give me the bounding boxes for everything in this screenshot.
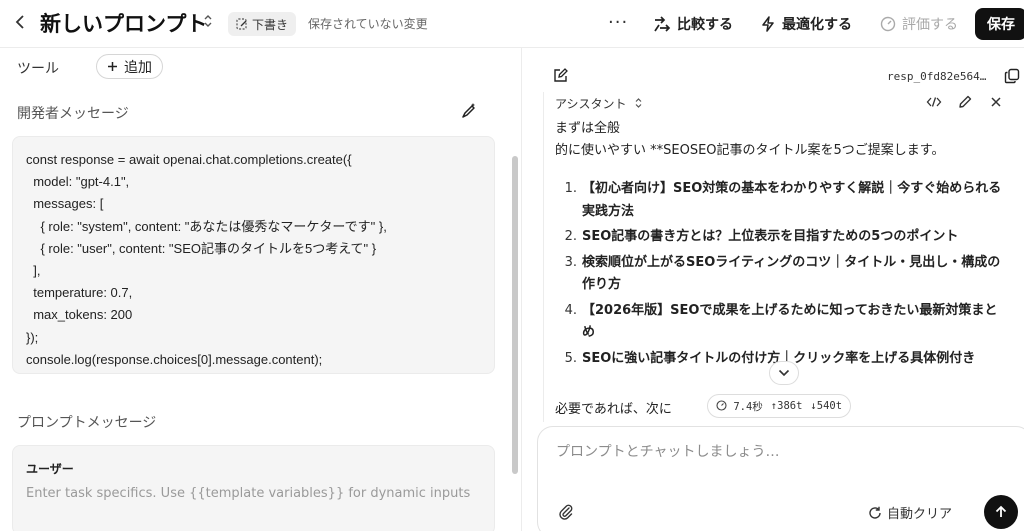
refresh-icon	[869, 506, 881, 519]
chevron-updown-icon	[204, 15, 212, 27]
message-tail-text: 必要であれば、次に	[555, 402, 672, 417]
gauge-icon	[716, 399, 727, 411]
pencil-icon	[959, 95, 972, 108]
more-options-button[interactable]: ···	[608, 12, 628, 33]
close-icon	[991, 97, 1001, 107]
chevron-updown-icon	[635, 98, 642, 108]
list-item-text: 【2026年版】SEOで成果を上げるために知っておきたい最新対策まとめ	[582, 302, 998, 341]
chat-pane: resp_0fd82e564… アシスタント まずは全般 的に使いやすい **S…	[523, 48, 1024, 531]
send-button[interactable]	[984, 495, 1018, 529]
magic-edit-button[interactable]	[460, 102, 480, 122]
list-item: 3. 検索順位が上がるSEOライティングのコツ｜タイトル・見出し・構成の作り方	[555, 252, 1005, 297]
code-line: max_tokens: 200	[26, 307, 133, 323]
message-intro-line: まずは全般	[555, 121, 621, 136]
chat-input-placeholder: プロンプトとチャットしましょう…	[556, 444, 780, 460]
list-item-number: 4.	[564, 302, 577, 318]
assistant-message: まずは全般 的に使いやすい **SEOSEO記事のタイトル案を5つご提案します。	[555, 118, 1005, 162]
input-tokens-value: 386t	[777, 400, 803, 412]
add-tool-label: 追加	[124, 59, 152, 76]
list-item-text: SEO記事の書き方とは？上位表示を目指すための5つのポイント	[582, 229, 959, 244]
list-item: 1. 【初心者向け】SEO対策の基本をわかりやすく解説｜今すぐ始められる実践方法	[555, 178, 1005, 223]
copy-button[interactable]	[1004, 68, 1020, 84]
tools-label: ツール	[17, 61, 59, 77]
prompt-message-label: プロンプトメッセージ	[17, 415, 157, 431]
code-line: messages: [	[26, 196, 104, 212]
plus-icon	[108, 62, 117, 71]
edit-message-button[interactable]	[956, 93, 974, 111]
header-bar: 新しいプロンプト 下書き 保存されていない変更 ··· 比較する 最適化する 評…	[0, 0, 1024, 48]
user-message-placeholder: Enter task specifics. Use {{template var…	[26, 486, 471, 501]
optimize-button[interactable]: 最適化する	[760, 12, 852, 36]
list-item-text: 【初心者向け】SEO対策の基本をわかりやすく解説｜今すぐ始められる実践方法	[582, 181, 1002, 219]
list-item-number: 5.	[564, 350, 577, 366]
code-line: console.log(response.choices[0].message.…	[26, 351, 323, 367]
code-icon	[926, 97, 942, 107]
new-chat-button[interactable]	[553, 68, 569, 84]
compare-label: 比較する	[677, 17, 733, 33]
compare-button[interactable]: 比較する	[653, 12, 733, 36]
back-button[interactable]	[10, 12, 30, 32]
draft-label: 下書き	[252, 17, 289, 32]
left-scrollbar[interactable]	[512, 156, 518, 474]
lightning-icon	[762, 16, 774, 32]
user-message-editor[interactable]: ユーザー Enter task specifics. Use {{templat…	[12, 445, 495, 531]
input-tokens-stat: ↑386t	[770, 400, 803, 412]
latency-value: 7.4秒	[733, 400, 763, 413]
evaluate-label: 評価する	[902, 17, 958, 33]
response-stats-badge: 7.4秒 ↑386t ↓540t	[707, 394, 852, 418]
delete-message-button[interactable]	[987, 93, 1005, 111]
code-line: model: "gpt-4.1",	[26, 174, 130, 190]
chevron-down-icon	[778, 369, 790, 377]
list-item-number: 2.	[564, 229, 577, 244]
auto-clear-toggle[interactable]: 自動クリア	[868, 503, 952, 522]
code-line: });	[26, 329, 39, 345]
output-tokens-stat: ↓540t	[810, 400, 843, 412]
draft-badge: 下書き	[228, 12, 297, 36]
message-intro-line: 的に使いやすい **SEOSEO記事のタイトル案を5つご提案します。	[555, 143, 945, 158]
edit-note-icon	[236, 18, 247, 30]
chat-input-box[interactable]: プロンプトとチャットしましょう… 自動クリア	[537, 426, 1024, 531]
magic-pen-icon	[462, 103, 475, 118]
paperclip-icon	[559, 504, 573, 520]
code-line: temperature: 0.7,	[26, 285, 133, 301]
title-suggestion-list: 1. 【初心者向け】SEO対策の基本をわかりやすく解説｜今すぐ始められる実践方法…	[555, 178, 1005, 373]
compare-icon	[654, 16, 671, 32]
arrow-up-icon	[995, 505, 1007, 517]
evaluate-button[interactable]: 評価する	[880, 12, 958, 36]
developer-message-label: 開発者メッセージ	[17, 106, 129, 122]
save-button[interactable]: 保存	[975, 8, 1024, 40]
user-role-label: ユーザー	[26, 462, 74, 476]
assistant-label: アシスタント	[555, 97, 627, 111]
code-line: const response = await openai.chat.compl…	[26, 152, 352, 167]
developer-message-editor[interactable]: const response = await openai.chat.compl…	[12, 136, 495, 374]
code-line: { role: "user", content: "SEO記事のタイトルを5つ考…	[26, 240, 377, 256]
assistant-role-select[interactable]: アシスタント	[555, 95, 643, 112]
response-id: resp_0fd82e564…	[887, 70, 987, 83]
copy-icon	[1004, 68, 1020, 84]
output-tokens-value: 540t	[816, 400, 843, 412]
attach-button[interactable]	[558, 503, 576, 521]
list-item: 4. 【2026年版】SEOで成果を上げるために知っておきたい最新対策まとめ	[555, 300, 1005, 345]
code-line: ],	[26, 263, 41, 279]
list-item: 2. SEO記事の書き方とは？上位表示を目指すための5つのポイント	[555, 226, 1005, 249]
list-item-number: 3.	[564, 254, 577, 270]
page-title[interactable]: 新しいプロンプト	[40, 8, 207, 38]
auto-clear-label: 自動クリア	[887, 507, 953, 522]
list-item-number: 1.	[564, 181, 577, 196]
optimize-label: 最適化する	[782, 17, 852, 33]
view-code-button[interactable]	[925, 93, 943, 111]
prompt-editor-pane: ツール 追加 開発者メッセージ const response = await o…	[0, 48, 522, 531]
latency-stat: 7.4秒	[716, 399, 763, 414]
unsaved-status: 保存されていない変更	[308, 17, 428, 31]
title-switch-button[interactable]	[203, 14, 213, 31]
chevron-left-icon	[15, 15, 24, 29]
message-divider	[543, 92, 544, 422]
edit-square-icon	[554, 68, 568, 82]
list-item-text: 検索順位が上がるSEOライティングのコツ｜タイトル・見出し・構成の作り方	[582, 254, 1001, 293]
add-tool-button[interactable]: 追加	[96, 54, 163, 79]
gauge-icon	[880, 16, 896, 32]
code-line: { role: "system", content: "あなたは優秀なマーケター…	[26, 218, 387, 234]
scroll-to-bottom-button[interactable]	[769, 361, 799, 385]
